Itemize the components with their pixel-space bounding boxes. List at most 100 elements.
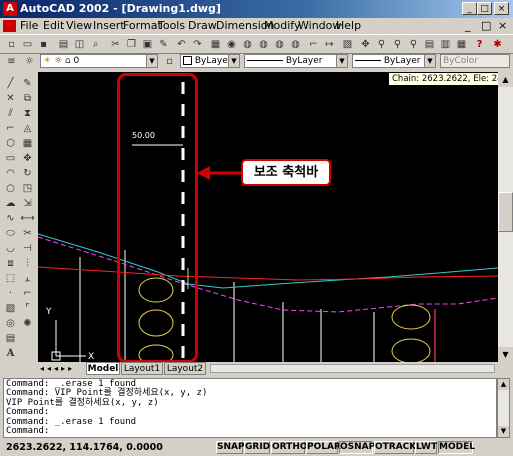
move-icon[interactable]: ✥ bbox=[20, 151, 35, 166]
layer-dropdown[interactable]: ☀ ☼ ⌂ 0 ▼ bbox=[40, 54, 158, 68]
menu-file[interactable]: File bbox=[20, 19, 38, 33]
polygon-icon[interactable]: ⬡ bbox=[3, 136, 18, 151]
stretch-icon[interactable]: ⇲ bbox=[20, 196, 35, 211]
minimize-button[interactable]: _ bbox=[462, 2, 477, 15]
layer-manager-icon[interactable]: ≡ bbox=[4, 54, 19, 69]
copy-object-icon[interactable]: ⧉ bbox=[20, 91, 35, 106]
polyline-icon[interactable]: ⌐ bbox=[306, 37, 321, 52]
zoom-realtime-icon[interactable]: ⚲ bbox=[374, 37, 389, 52]
offset-icon[interactable]: ◬ bbox=[20, 121, 35, 136]
layers-icon[interactable]: ▦ bbox=[208, 37, 223, 52]
zoom-window-icon[interactable]: ⚲ bbox=[390, 37, 405, 52]
scroll-up-icon[interactable]: ▲ bbox=[498, 72, 513, 87]
polar-button[interactable]: POLAR bbox=[306, 441, 341, 454]
command-window[interactable]: Command: _.erase 1 found Command: VIP Po… bbox=[3, 378, 497, 438]
rotate-icon[interactable]: ↻ bbox=[20, 166, 35, 181]
drawing-canvas[interactable]: Y X bbox=[38, 72, 498, 362]
tab-model[interactable]: Model bbox=[86, 362, 120, 375]
horizontal-scrollbar[interactable] bbox=[210, 364, 495, 373]
construction-line-icon[interactable]: ✕ bbox=[3, 91, 18, 106]
ortho-button[interactable]: ORTHO bbox=[271, 441, 308, 454]
new-icon[interactable]: ▫ bbox=[4, 37, 19, 52]
revcloud-icon[interactable]: ☁ bbox=[3, 196, 18, 211]
doc-minimize-button[interactable]: _ bbox=[465, 19, 471, 33]
doc-close-button[interactable]: × bbox=[498, 19, 507, 33]
color-dropdown[interactable]: ByLayer ▼ bbox=[180, 54, 240, 68]
pan-icon[interactable]: ✥ bbox=[358, 37, 373, 52]
document-icon[interactable] bbox=[3, 20, 16, 32]
open-icon[interactable]: ▭ bbox=[20, 37, 35, 52]
otrack-button[interactable]: OTRACK bbox=[374, 441, 416, 454]
menu-tools[interactable]: Tools bbox=[158, 19, 185, 33]
table-icon[interactable]: ▤ bbox=[3, 331, 18, 346]
scale-icon[interactable]: ◳ bbox=[20, 181, 35, 196]
erase-icon[interactable]: ✎ bbox=[20, 76, 35, 91]
polyline-draw-icon[interactable]: ⌐ bbox=[3, 121, 18, 136]
tab-nav-arrows[interactable]: ◂◂◂▸▸ bbox=[40, 363, 84, 374]
circle-icon[interactable]: ○ bbox=[3, 181, 18, 196]
osnap-button[interactable]: OSNAP bbox=[339, 441, 375, 454]
scroll-thumb[interactable] bbox=[498, 192, 513, 232]
menu-format[interactable]: Format bbox=[123, 19, 162, 33]
autocad-app-icon[interactable]: A bbox=[3, 2, 17, 16]
hatch-icon[interactable]: ▨ bbox=[3, 301, 18, 316]
insert-block-icon[interactable]: ⧈ bbox=[3, 256, 18, 271]
scroll-down-icon[interactable]: ▼ bbox=[498, 426, 509, 437]
find-icon[interactable]: ⌕ bbox=[88, 37, 103, 52]
paste-icon[interactable]: ▣ bbox=[140, 37, 155, 52]
arc-icon[interactable]: ◠ bbox=[3, 166, 18, 181]
spline-icon[interactable]: ∿ bbox=[3, 211, 18, 226]
chamfer-icon[interactable]: ⌐ bbox=[20, 286, 35, 301]
model-button[interactable]: MODEL bbox=[438, 441, 475, 454]
lineweight-dropdown[interactable]: ByLayer ▼ bbox=[352, 54, 436, 68]
design-center-icon[interactable]: ▥ bbox=[438, 37, 453, 52]
menu-insert[interactable]: Insert bbox=[93, 19, 125, 33]
redo-icon[interactable]: ↷ bbox=[190, 37, 205, 52]
point-icon[interactable]: · bbox=[3, 286, 18, 301]
menu-window[interactable]: Window bbox=[298, 19, 341, 33]
hide-icon[interactable]: ◍ bbox=[256, 37, 271, 52]
break-at-point-icon[interactable]: ⫠ bbox=[20, 271, 35, 286]
preview-icon[interactable]: ◫ bbox=[72, 37, 87, 52]
layer-state-icon[interactable]: ☼ bbox=[22, 54, 37, 69]
tab-layout2[interactable]: Layout2 bbox=[164, 362, 206, 375]
copy-icon[interactable]: ❐ bbox=[124, 37, 139, 52]
menu-modify[interactable]: Modify bbox=[264, 19, 300, 33]
render-icon[interactable]: ◍ bbox=[240, 37, 255, 52]
distance-icon[interactable]: ↦ bbox=[322, 37, 337, 52]
ellipse-arc-icon[interactable]: ◡ bbox=[3, 241, 18, 256]
line-icon[interactable]: ╱ bbox=[3, 76, 18, 91]
maximize-button[interactable]: □ bbox=[477, 2, 492, 15]
scroll-up-icon[interactable]: ▲ bbox=[498, 379, 509, 390]
make-block-icon[interactable]: ⬚ bbox=[3, 271, 18, 286]
text-icon[interactable]: A bbox=[3, 346, 18, 361]
close-button[interactable]: × bbox=[494, 2, 509, 15]
menu-view[interactable]: View bbox=[66, 19, 92, 33]
mirror-icon[interactable]: ⧗ bbox=[20, 106, 35, 121]
view-icon[interactable]: ▧ bbox=[340, 37, 355, 52]
region-icon[interactable]: ◎ bbox=[3, 316, 18, 331]
extend-icon[interactable]: ⊣ bbox=[20, 241, 35, 256]
zoom-previous-icon[interactable]: ⚲ bbox=[406, 37, 421, 52]
explode-icon[interactable]: ✺ bbox=[20, 316, 35, 331]
plotstyle-dropdown[interactable]: ByColor bbox=[440, 54, 510, 68]
break-icon[interactable]: ⫶ bbox=[20, 256, 35, 271]
menu-edit[interactable]: Edit bbox=[43, 19, 64, 33]
snap-button[interactable]: SNAP bbox=[216, 441, 245, 454]
cut-icon[interactable]: ✂ bbox=[108, 37, 123, 52]
save-icon[interactable]: ▪ bbox=[36, 37, 51, 52]
linetype-dropdown[interactable]: ByLayer ▼ bbox=[244, 54, 348, 68]
shade-icon[interactable]: ◍ bbox=[272, 37, 287, 52]
help-question-icon[interactable]: ? bbox=[472, 37, 487, 52]
print-icon[interactable]: ▤ bbox=[56, 37, 71, 52]
ucs-icon[interactable]: ◍ bbox=[288, 37, 303, 52]
lengthen-icon[interactable]: ⟷ bbox=[20, 211, 35, 226]
command-scrollbar[interactable]: ▲ ▼ bbox=[497, 378, 510, 438]
undo-icon[interactable]: ↶ bbox=[174, 37, 189, 52]
match-properties-icon[interactable]: ✎ bbox=[156, 37, 171, 52]
ellipse-icon[interactable]: ⬭ bbox=[3, 226, 18, 241]
menu-draw[interactable]: Draw bbox=[188, 19, 217, 33]
array-icon[interactable]: ▦ bbox=[20, 136, 35, 151]
multiline-icon[interactable]: ⫽ bbox=[3, 106, 18, 121]
extra-tool-icon[interactable]: ✱ bbox=[490, 37, 505, 52]
